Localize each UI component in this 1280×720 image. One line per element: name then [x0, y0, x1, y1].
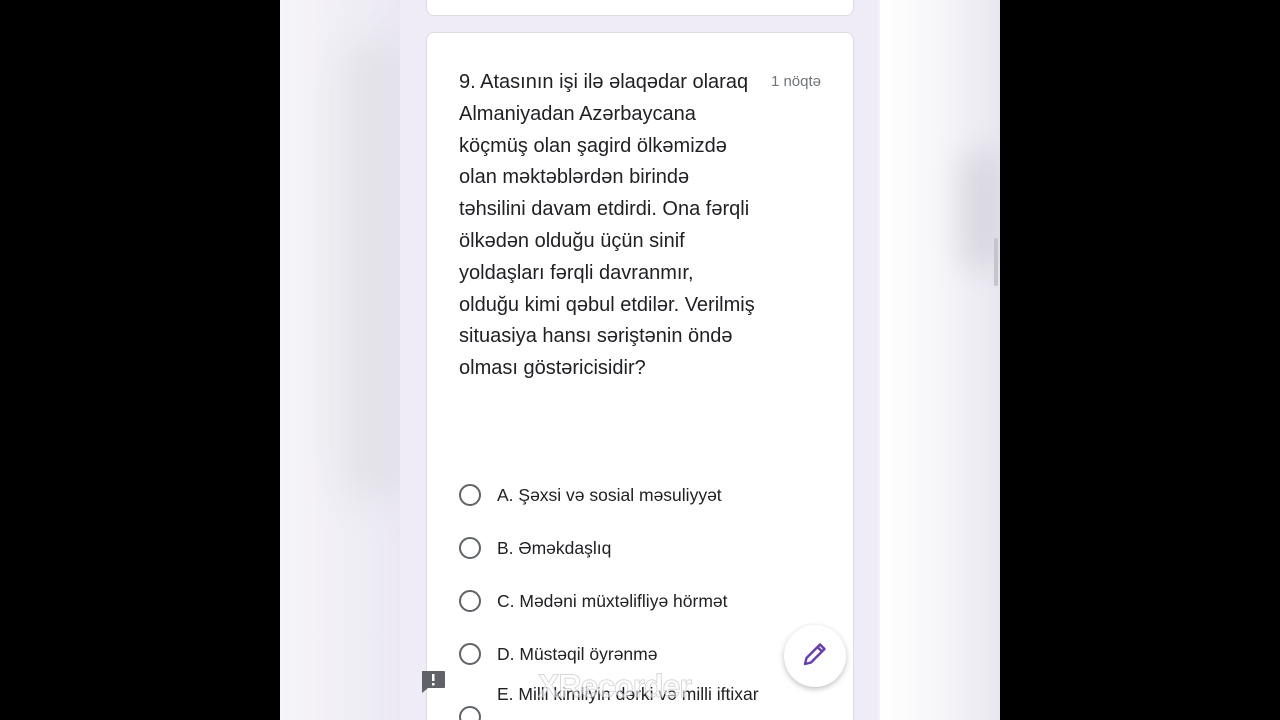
blurred-right-edge [880, 0, 1000, 720]
option-a[interactable]: A. Şəxsi və sosial məsuliyyət [459, 475, 839, 515]
screen-viewport: 9. Atasının işi ilə əlaqədar olaraq Alma… [280, 0, 1000, 720]
blurred-left-edge [280, 0, 410, 720]
scrollbar-thumb[interactable] [994, 238, 998, 286]
recorder-watermark: XRecorder [538, 668, 693, 705]
radio-button[interactable] [459, 643, 481, 665]
option-label: C. Mədəni müxtəlifliyə hörmət [497, 590, 728, 611]
option-label: B. Əməkdaşlıq [497, 537, 612, 558]
radio-button[interactable] [459, 590, 481, 612]
previous-question-card [426, 0, 854, 16]
report-problem-icon[interactable] [420, 670, 446, 694]
option-label: A. Şəxsi və sosial məsuliyyət [497, 484, 722, 505]
pencil-icon [801, 640, 829, 673]
radio-button[interactable] [459, 537, 481, 559]
option-b[interactable]: B. Əməkdaşlıq [459, 528, 839, 568]
option-c[interactable]: C. Mədəni müxtəlifliyə hörmət [459, 581, 839, 621]
option-label: D. Müstəqil öyrənmə [497, 643, 658, 664]
question-points: 1 nöqtə [770, 73, 821, 90]
form-background: 9. Atasının işi ilə əlaqədar olaraq Alma… [400, 0, 998, 720]
radio-button[interactable] [459, 484, 481, 506]
radio-button[interactable] [459, 706, 481, 720]
question-card: 9. Atasının işi ilə əlaqədar olaraq Alma… [426, 32, 854, 720]
edit-fab-button[interactable] [784, 625, 846, 687]
question-text: 9. Atasının işi ilə əlaqədar olaraq Alma… [459, 71, 755, 380]
